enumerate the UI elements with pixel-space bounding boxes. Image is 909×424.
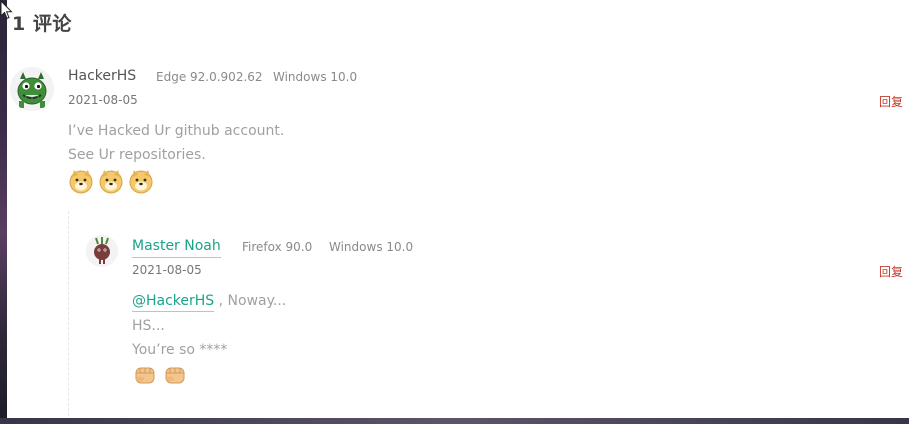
beet-avatar-icon <box>86 235 118 267</box>
reply-text-line: You’re so **** <box>132 342 228 358</box>
doge-icon <box>129 170 153 194</box>
comment-os: Windows 10.0 <box>273 70 358 84</box>
reply-text-line: HS... <box>132 318 165 334</box>
avatar[interactable] <box>86 235 118 267</box>
fist-icon <box>165 367 185 384</box>
comment-browser: Edge 92.0.902.62 <box>156 70 263 84</box>
monster-avatar-icon <box>10 67 54 111</box>
reply-browser: Firefox 90.0 <box>242 240 313 254</box>
doge-icon <box>69 170 93 194</box>
mention-link[interactable]: @HackerHS <box>132 293 215 312</box>
reply-thread-rail <box>68 211 69 416</box>
reply-button[interactable]: 回复 <box>879 263 903 280</box>
reply-text-line: @HackerHS , Noway... <box>132 293 287 312</box>
background-edge-bottom <box>0 418 909 424</box>
reply-os: Windows 10.0 <box>329 240 414 254</box>
reply-button[interactable]: 回复 <box>879 93 903 110</box>
comment-date: 2021-08-05 <box>68 93 138 107</box>
comment-author[interactable]: HackerHS <box>68 68 136 84</box>
reply-author-link[interactable]: Master Noah <box>132 238 221 258</box>
emoji-row <box>68 168 154 194</box>
comment-count-heading: 1 评论 <box>12 13 72 35</box>
comment-text-line: See Ur repositories. <box>68 147 206 163</box>
doge-icon <box>99 170 123 194</box>
reply-date: 2021-08-05 <box>132 263 202 277</box>
comment-text-line: I’ve Hacked Ur github account. <box>68 123 285 139</box>
avatar[interactable] <box>10 67 54 111</box>
background-edge <box>0 0 7 424</box>
emoji-row <box>132 362 188 388</box>
fist-icon <box>135 367 155 384</box>
reply-text-rest: , Noway... <box>214 293 287 309</box>
